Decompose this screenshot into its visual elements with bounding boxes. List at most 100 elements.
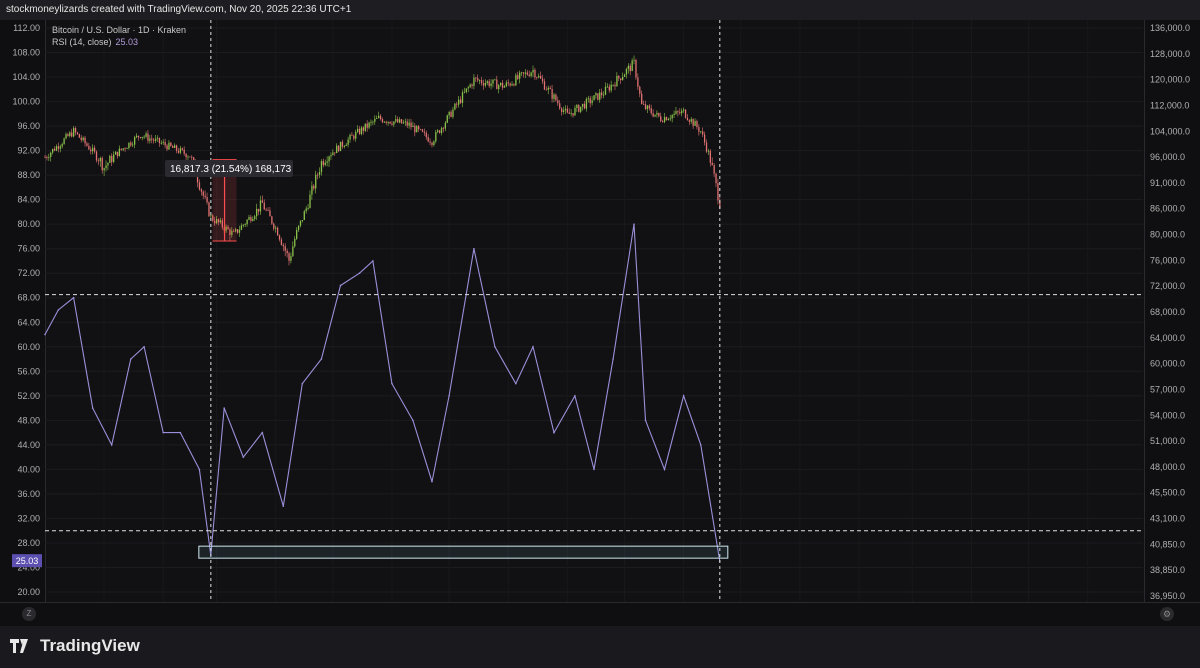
candle-body (99, 158, 101, 162)
candle-body (467, 87, 469, 89)
footer-bar (0, 626, 1200, 668)
candle-body (566, 108, 569, 113)
candle-body (652, 113, 654, 117)
candle-body (520, 72, 523, 74)
candle-body (374, 118, 376, 122)
rsi-point (532, 345, 534, 348)
candle-body (261, 200, 264, 203)
candle-body (324, 162, 326, 165)
candle-body (275, 227, 277, 229)
candle-body (475, 77, 477, 79)
candle-body (444, 122, 447, 129)
left-tick-label: 32.00 (17, 513, 40, 523)
candle-body (406, 121, 408, 126)
candle-body (109, 155, 111, 163)
candle-body (576, 105, 578, 108)
right-tick-label: 43,100.0 (1150, 514, 1185, 524)
rsi-point (699, 444, 702, 446)
candle-body (318, 172, 321, 175)
candle-body (364, 123, 366, 131)
candle-body (236, 229, 239, 233)
candle-body (198, 182, 201, 190)
candle-body (530, 72, 532, 77)
candle-body (255, 208, 258, 217)
tradingview-logo[interactable]: TradingView (10, 636, 140, 656)
candle-body (341, 141, 344, 147)
candle-body (591, 100, 593, 104)
candle-body (534, 69, 536, 78)
candle-body (667, 118, 670, 121)
candle-body (103, 168, 105, 171)
candle-body (200, 189, 203, 192)
symbol-label: Bitcoin / U.S. Dollar · 1D · Kraken (52, 25, 187, 35)
candle-body (461, 92, 464, 103)
candle-body (499, 82, 502, 86)
left-tick-label: 60.00 (17, 342, 40, 352)
rsi-point (44, 333, 46, 336)
candle-body (604, 86, 607, 95)
candle-body (267, 209, 269, 211)
right-tick-label: 136,000.0 (1150, 23, 1190, 33)
candle-body (494, 79, 496, 81)
candle-body (263, 202, 265, 210)
candle-body (379, 115, 382, 120)
candle-body (681, 110, 683, 114)
candle-body (92, 147, 94, 152)
candle-body (154, 138, 157, 141)
left-tick-label: 56.00 (17, 366, 40, 376)
candle-body (684, 109, 687, 118)
candle-body (383, 121, 386, 123)
candle-body (425, 132, 427, 138)
candle-body (658, 112, 660, 117)
left-tick-label: 44.00 (17, 440, 40, 450)
candle-body (631, 60, 633, 72)
candle-body (675, 111, 677, 114)
candle-body (336, 145, 338, 154)
left-tick-label: 28.00 (17, 538, 40, 548)
candle-body (623, 74, 626, 77)
candle-body (191, 156, 193, 158)
left-tick-label: 64.00 (17, 317, 40, 327)
candle-body (599, 92, 601, 100)
candle-body (63, 138, 65, 145)
candle-body (553, 94, 555, 99)
candle-body (469, 84, 471, 88)
candle-body (479, 80, 481, 82)
candle-body (345, 144, 347, 146)
candle-body (524, 72, 527, 74)
candle-body (448, 111, 450, 116)
candle-body (522, 72, 525, 74)
right-tick-label: 51,000.0 (1150, 436, 1185, 446)
candle-body (290, 256, 292, 261)
candle-body (416, 126, 418, 133)
rsi-point (612, 358, 614, 360)
candle-body (572, 113, 574, 116)
time-axis[interactable] (0, 602, 1200, 627)
candle-body (330, 155, 332, 157)
candle-body (540, 75, 542, 79)
candle-body (673, 113, 675, 116)
rsi-point (110, 444, 113, 446)
left-tick-label: 108.00 (12, 48, 40, 58)
candle-body (589, 98, 591, 104)
candle-body (692, 119, 694, 126)
zoom-button[interactable]: Z (22, 607, 36, 621)
candle-body (69, 132, 71, 137)
candle-body (679, 112, 681, 114)
candle-body (547, 87, 549, 90)
left-tick-label: 92.00 (17, 146, 40, 156)
right-tick-label: 128,000.0 (1150, 49, 1190, 59)
rsi-point (391, 382, 393, 385)
left-tick-label: 112.00 (13, 23, 40, 33)
chart-svg[interactable]: 112.00 108.00 104.00 100.00 96.00 92.00 88.00 8… (0, 0, 1200, 626)
candle-body (259, 200, 262, 212)
candle-body (463, 91, 466, 93)
candle-body (55, 146, 58, 151)
candle-body (349, 134, 351, 140)
candle-body (95, 151, 98, 161)
rsi-point (593, 468, 595, 471)
candle-body (334, 152, 336, 154)
gear-icon[interactable]: ⚙ (1160, 607, 1174, 621)
rsi-point (129, 358, 132, 360)
candle-body (709, 150, 711, 163)
